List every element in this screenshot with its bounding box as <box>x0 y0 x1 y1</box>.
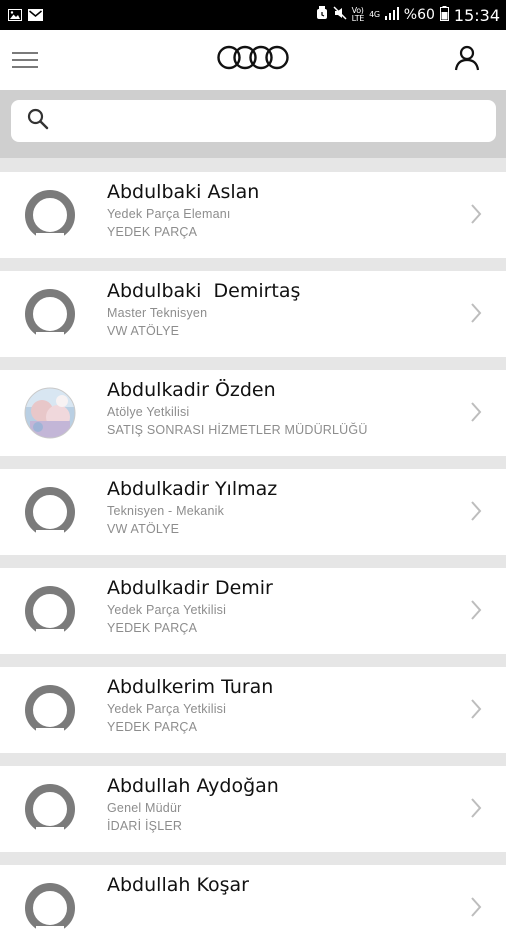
contact-name: Abdulkadir Özden <box>107 379 276 401</box>
contact-name: Abdulkadir Demir <box>107 577 273 599</box>
list-item[interactable]: Abdullah Aydoğan Genel Müdür İDARİ İŞLER <box>0 766 506 852</box>
chevron-right-icon <box>470 896 482 923</box>
list-item[interactable]: Abdulkadir Yılmaz Teknisyen - Mekanik VW… <box>0 469 506 555</box>
list-item[interactable]: Abdulkadir Demir Yedek Parça Yetkilisi Y… <box>0 568 506 654</box>
contact-title: Genel Müdür <box>107 801 182 815</box>
avatar <box>24 189 76 241</box>
battery-percentage: %60 <box>403 7 435 23</box>
list-item[interactable]: Abdulkerim Turan Yedek Parça Yetkilisi Y… <box>0 667 506 753</box>
search-input[interactable] <box>59 99 496 143</box>
avatar-photo <box>24 387 76 439</box>
status-bar: Vo) LTE 4G %60 15:34 <box>0 0 506 30</box>
contact-name: Abdulkerim Turan <box>107 676 274 698</box>
contact-title: Teknisyen - Mekanik <box>107 504 225 518</box>
chevron-right-icon <box>470 203 482 230</box>
contact-department: YEDEK PARÇA <box>107 225 198 239</box>
contact-department: İDARİ İŞLER <box>107 819 183 833</box>
contact-department: YEDEK PARÇA <box>107 720 198 734</box>
avatar <box>24 585 76 637</box>
mail-notification-icon <box>28 6 43 25</box>
search-icon <box>27 108 49 135</box>
list-item[interactable]: Abdullah Koşar <box>0 865 506 951</box>
chevron-right-icon <box>470 401 482 428</box>
contact-name: Abdulbaki Aslan <box>107 181 260 203</box>
contact-department: VW ATÖLYE <box>107 522 180 536</box>
four-rings-logo <box>216 44 290 77</box>
volte-indicator: Vo) LTE <box>351 6 365 23</box>
chevron-right-icon <box>470 599 482 626</box>
list-item[interactable]: Abdulbaki Demirtaş Master Teknisyen VW A… <box>0 271 506 357</box>
list-item[interactable]: Abdulkadir Özden Atölye Yetkilisi SATIŞ … <box>0 370 506 456</box>
alarm-icon <box>316 6 328 24</box>
avatar <box>24 783 76 835</box>
contact-name: Abdulkadir Yılmaz <box>107 478 278 500</box>
signal-icon <box>384 6 399 24</box>
list-item[interactable]: Abdulbaki Aslan Yedek Parça Elemanı YEDE… <box>0 172 506 258</box>
avatar <box>24 486 76 538</box>
contact-title: Yedek Parça Yetkilisi <box>107 702 227 716</box>
contact-title: Yedek Parça Elemanı <box>107 207 231 221</box>
contact-name: Abdulbaki Demirtaş <box>107 280 301 302</box>
avatar <box>24 882 76 934</box>
hamburger-icon[interactable] <box>12 48 40 72</box>
clock: 15:34 <box>453 5 500 25</box>
battery-icon <box>439 5 449 25</box>
chevron-right-icon <box>470 797 482 824</box>
chevron-right-icon <box>470 500 482 527</box>
user-icon[interactable] <box>454 45 480 76</box>
image-notification-icon <box>8 6 22 25</box>
contact-title: Atölye Yetkilisi <box>107 405 190 419</box>
chevron-right-icon <box>470 302 482 329</box>
app-header <box>0 30 506 90</box>
contact-title: Yedek Parça Yetkilisi <box>107 603 227 617</box>
contact-name: Abdullah Koşar <box>107 874 249 896</box>
contact-department: VW ATÖLYE <box>107 324 180 338</box>
mute-icon <box>333 6 347 24</box>
chevron-right-icon <box>470 698 482 725</box>
search-bar <box>0 90 506 158</box>
contact-title: Master Teknisyen <box>107 306 208 320</box>
contact-department: SATIŞ SONRASI HİZMETLER MÜDÜRLÜĞÜ <box>107 423 368 437</box>
contact-department: YEDEK PARÇA <box>107 621 198 635</box>
contact-name: Abdullah Aydoğan <box>107 775 279 797</box>
avatar <box>24 288 76 340</box>
search-field[interactable] <box>11 99 496 143</box>
avatar <box>24 684 76 736</box>
network-type-indicator: 4G <box>369 10 380 19</box>
